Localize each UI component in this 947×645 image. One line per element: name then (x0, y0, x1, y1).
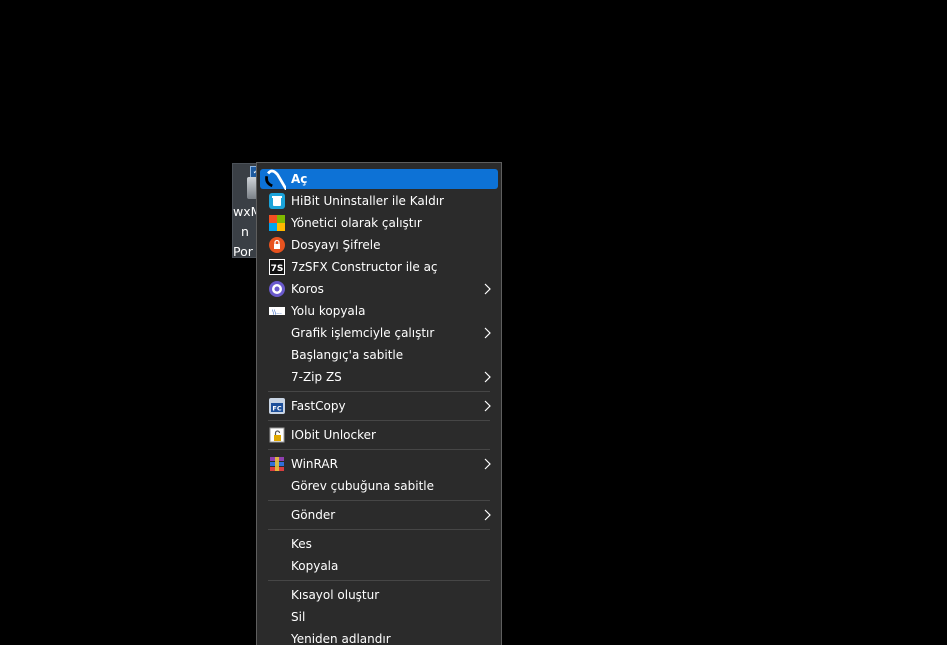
menu-item-label: Yeniden adlandır (291, 632, 391, 645)
menu-item-fastcopy[interactable]: FC FastCopy (260, 396, 498, 416)
menu-item-rename[interactable]: Yeniden adlandır (260, 629, 498, 645)
menu-item-label: Başlangıç'a sabitle (291, 348, 404, 362)
menu-item-label: Grafik işlemciyle çalıştır (291, 326, 435, 340)
context-menu: Aç HiBit Uninstaller ile Kaldır Yönetici… (256, 162, 502, 645)
menu-item-hibit-uninstall[interactable]: HiBit Uninstaller ile Kaldır (260, 191, 498, 211)
menu-item-label: Yönetici olarak çalıştır (291, 216, 422, 230)
7zsfx-badge: 7S (271, 264, 284, 274)
menu-item-cut[interactable]: Kes (260, 534, 498, 554)
menu-item-label: IObit Unlocker (291, 428, 376, 442)
menu-item-label: Yolu kopyala (291, 304, 366, 318)
open-app-icon (265, 169, 286, 190)
menu-item-delete[interactable]: Sil (260, 607, 498, 627)
menu-item-koros[interactable]: Koros (260, 279, 498, 299)
menu-item-label: Kes (291, 537, 312, 551)
menu-item-label: HiBit Uninstaller ile Kaldır (291, 194, 444, 208)
menu-separator (268, 391, 490, 392)
menu-item-label: WinRAR (291, 457, 338, 471)
menu-item-label: Kısayol oluştur (291, 588, 380, 602)
fastcopy-icon: FC (269, 398, 285, 414)
chevron-right-icon (484, 283, 491, 295)
menu-item-iobit-unlocker[interactable]: IObit Unlocker (260, 425, 498, 445)
menu-item-create-shortcut[interactable]: Kısayol oluştur (260, 585, 498, 605)
winrar-icon (270, 457, 284, 471)
menu-item-pin-to-taskbar[interactable]: Görev çubuğuna sabitle (260, 476, 498, 496)
lock-icon (269, 237, 285, 253)
menu-item-7zip-zs[interactable]: 7-Zip ZS (260, 367, 498, 387)
menu-item-label: Sil (291, 610, 306, 624)
menu-item-encrypt-file[interactable]: Dosyayı Şifrele (260, 235, 498, 255)
menu-item-open[interactable]: Aç (260, 169, 498, 190)
menu-separator (268, 420, 490, 421)
menu-item-label: Kopyala (291, 559, 339, 573)
menu-item-label: 7-Zip ZS (291, 370, 342, 384)
chevron-right-icon (484, 509, 491, 521)
menu-item-copy-path[interactable]: \\... Yolu kopyala (260, 301, 498, 321)
menu-item-run-as-admin[interactable]: Yönetici olarak çalıştır (260, 213, 498, 233)
iobit-unlocker-icon (269, 427, 285, 443)
menu-item-label: Aç (291, 172, 308, 186)
menu-item-send-to[interactable]: Gönder (260, 505, 498, 525)
menu-separator (268, 580, 490, 581)
menu-item-label: FastCopy (291, 399, 346, 413)
koros-icon (269, 281, 285, 297)
copy-path-badge: \\... (272, 309, 282, 316)
chevron-right-icon (484, 458, 491, 470)
7zsfx-icon: 7S (269, 259, 285, 275)
copy-path-icon: \\... (269, 307, 285, 316)
hibit-trash-icon (269, 193, 285, 209)
menu-item-label: Görev çubuğuna sabitle (291, 479, 435, 493)
menu-item-label: Dosyayı Şifrele (291, 238, 381, 252)
menu-item-7zsfx[interactable]: 7S 7zSFX Constructor ile aç (260, 257, 498, 277)
menu-item-run-with-gpu[interactable]: Grafik işlemciyle çalıştır (260, 323, 498, 343)
desktop: ✓ wxM n Por Aç HiBit Uninstaller ile Kal… (0, 0, 947, 645)
chevron-right-icon (484, 371, 491, 383)
menu-item-winrar[interactable]: WinRAR (260, 454, 498, 474)
menu-item-label: 7zSFX Constructor ile aç (291, 260, 438, 274)
menu-separator (268, 500, 490, 501)
admin-shield-icon (269, 215, 285, 231)
menu-separator (268, 529, 490, 530)
menu-separator (268, 449, 490, 450)
chevron-right-icon (484, 327, 491, 339)
chevron-right-icon (484, 400, 491, 412)
menu-item-label: Koros (291, 282, 324, 296)
menu-item-pin-to-start[interactable]: Başlangıç'a sabitle (260, 345, 498, 365)
menu-item-label: Gönder (291, 508, 336, 522)
fastcopy-badge: FC (272, 405, 281, 413)
menu-item-copy[interactable]: Kopyala (260, 556, 498, 576)
